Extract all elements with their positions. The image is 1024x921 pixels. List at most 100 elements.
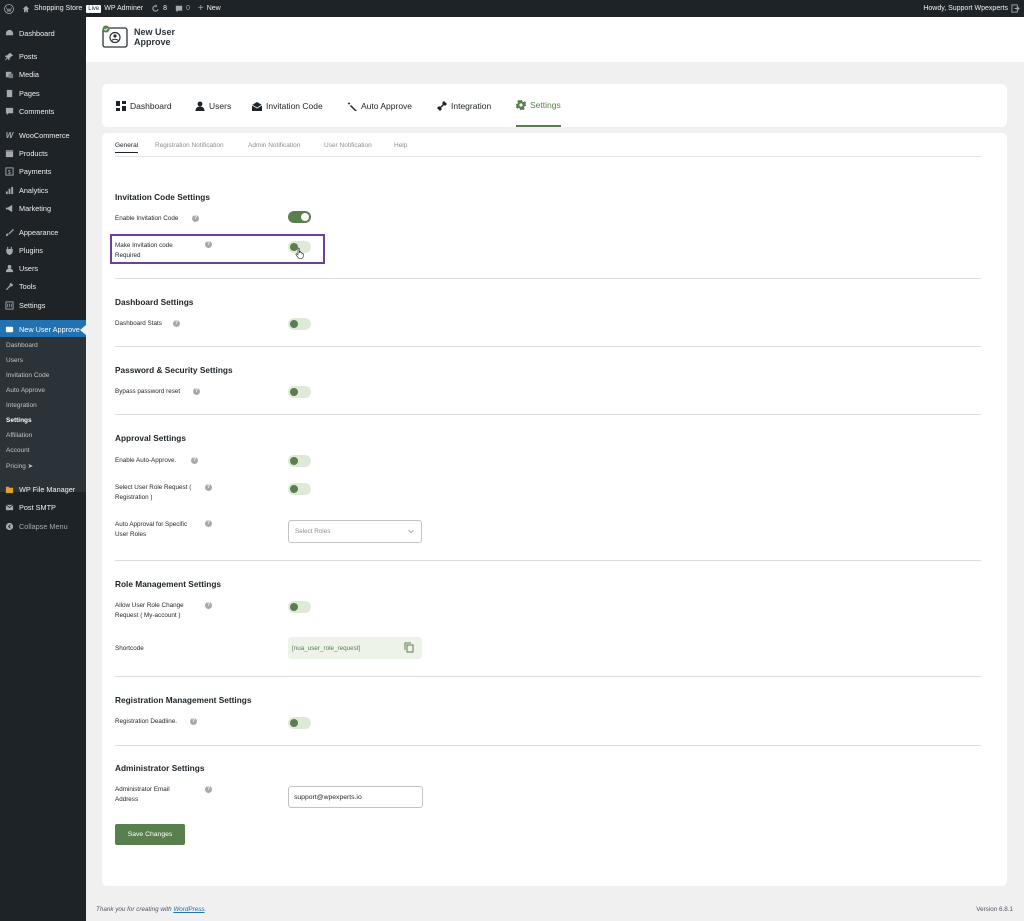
sidebar-item-label: Collapse Menu [19, 521, 68, 531]
folder-icon [5, 485, 14, 494]
footer-suffix: . [204, 906, 207, 913]
admin-sidebar: Dashboard Posts Media Pages Comments W Wo… [0, 17, 86, 921]
sidebar-item-posts[interactable]: Posts [0, 47, 86, 65]
submenu-item-account[interactable]: Account [6, 447, 30, 454]
comments-link[interactable]: 0 [171, 0, 194, 17]
submenu-item-pricing[interactable]: Pricing ➤ [6, 462, 33, 470]
tab-integration[interactable]: Integration [437, 84, 491, 127]
help-icon[interactable]: ? [173, 320, 180, 327]
toggle-knob [301, 213, 309, 221]
updates-link[interactable]: 8 [147, 0, 171, 17]
submenu-item-users[interactable]: Users [6, 357, 23, 364]
tab-label: Integration [451, 100, 492, 111]
submenu-item-settings[interactable]: Settings [6, 417, 32, 424]
label-line: Make Invitation code [115, 242, 173, 249]
sidebar-item-label: Post SMTP [19, 502, 56, 512]
toggle-allow-role-change[interactable] [288, 601, 311, 613]
help-icon[interactable]: ? [190, 718, 197, 725]
submenu-item-invitation-code[interactable]: Invitation Code [6, 372, 49, 379]
label-line: Request ( My-account ) [115, 611, 181, 619]
subtab-admin-notification[interactable]: Admin Notification [248, 142, 300, 149]
dashboard-icon [5, 29, 14, 38]
admin-email-input[interactable]: support@wpexperts.io [288, 786, 423, 808]
tab-dashboard[interactable]: Dashboard [116, 84, 172, 127]
toggle-registration-deadline[interactable] [288, 717, 311, 729]
megaphone-icon [5, 204, 14, 213]
tab-settings[interactable]: Settings [516, 84, 561, 127]
sidebar-item-post-smtp[interactable]: Post SMTP [0, 498, 86, 516]
envelope-open-icon [252, 101, 262, 111]
help-icon[interactable]: ? [191, 457, 198, 464]
help-icon[interactable]: ? [205, 602, 212, 609]
admin-bar: Shopping Store Live WP Adminer 8 0 + New… [0, 0, 1024, 17]
sidebar-item-label: Analytics [19, 185, 49, 195]
sidebar-item-settings[interactable]: Settings [0, 296, 86, 314]
plus-icon: + [197, 3, 204, 14]
help-icon[interactable]: ? [205, 484, 212, 491]
sidebar-item-pages[interactable]: Pages [0, 84, 86, 102]
sidebar-item-media[interactable]: Media [0, 65, 86, 83]
section-title-role-management: Role Management Settings [115, 579, 222, 589]
toggle-bypass-password-reset[interactable] [288, 386, 311, 398]
subtab-help[interactable]: Help [394, 142, 407, 149]
submenu-item-integration[interactable]: Integration [6, 402, 37, 409]
user-account-menu[interactable]: Howdy, Support Wpexperts [923, 0, 1020, 17]
tab-users[interactable]: Users [195, 84, 231, 127]
help-icon[interactable]: ? [205, 520, 212, 527]
sidebar-item-products[interactable]: Products [0, 144, 86, 162]
help-icon[interactable]: ? [205, 241, 212, 248]
submenu-item-affiliation[interactable]: Affiliation [6, 432, 32, 439]
label-enable-auto-approve: Enable Auto-Approve. [115, 457, 177, 464]
grid-icon [116, 100, 126, 111]
sidebar-item-wp-file-manager[interactable]: WP File Manager [0, 480, 86, 498]
site-name-link[interactable]: Shopping Store [18, 0, 86, 17]
toggle-enable-auto-approve[interactable] [288, 455, 311, 467]
sidebar-item-label: Posts [19, 51, 38, 61]
settings-card: General Registration Notification Admin … [102, 133, 1007, 886]
collapse-menu-button[interactable]: Collapse Menu [0, 517, 86, 535]
subtab-registration-notification[interactable]: Registration Notification [155, 142, 224, 149]
subtab-general[interactable]: General [115, 142, 139, 153]
toggle-select-user-role-request[interactable] [288, 483, 311, 495]
wordpress-link[interactable]: WordPress [173, 906, 204, 913]
sidebar-item-label: WooCommerce [19, 130, 70, 140]
sidebar-item-comments[interactable]: Comments [0, 102, 86, 120]
live-badge: Live [86, 4, 102, 13]
sidebar-item-new-user-approve[interactable]: New User Approve [0, 320, 86, 338]
admin-name[interactable]: WP Adminer [104, 5, 143, 12]
help-icon[interactable]: ? [192, 215, 199, 222]
help-icon[interactable]: ? [193, 388, 200, 395]
sidebar-item-payments[interactable]: $ Payments [0, 162, 86, 180]
sidebar-item-users[interactable]: Users [0, 259, 86, 277]
sidebar-item-label: Products [19, 148, 48, 158]
wordpress-logo-icon[interactable] [0, 0, 18, 17]
sidebar-item-analytics[interactable]: Analytics [0, 181, 86, 199]
toggle-dashboard-stats[interactable] [288, 318, 311, 330]
submenu-item-dashboard[interactable]: Dashboard [6, 342, 38, 349]
sidebar-item-dashboard[interactable]: Dashboard [0, 24, 86, 42]
howdy-text: Howdy, Support Wpexperts [923, 5, 1008, 12]
label-auto-approval-specific-roles: Auto Approval for Specific User Roles [115, 520, 187, 539]
new-content-link[interactable]: + New [194, 0, 225, 17]
toggle-enable-invitation-code[interactable] [288, 211, 311, 223]
sidebar-item-plugins[interactable]: Plugins [0, 241, 86, 259]
tab-invitation-code[interactable]: Invitation Code [252, 84, 323, 127]
label-admin-email: Administrator Email Address [115, 785, 170, 804]
save-changes-button[interactable]: Save Changes [115, 824, 185, 845]
label-make-invitation-required: Make Invitation code Required [115, 241, 173, 260]
label-line: Registration ) [115, 493, 153, 501]
toggle-knob [290, 457, 298, 465]
svg-text:$: $ [8, 169, 11, 175]
help-icon[interactable]: ? [205, 786, 212, 793]
sidebar-item-tools[interactable]: Tools [0, 277, 86, 295]
sidebar-item-woocommerce[interactable]: W WooCommerce [0, 126, 86, 144]
sidebar-item-marketing[interactable]: Marketing [0, 199, 86, 217]
sidebar-item-appearance[interactable]: Appearance [0, 223, 86, 241]
shortcode-value: [nua_user_role_request] [292, 644, 361, 652]
tab-auto-approve[interactable]: Auto Approve [347, 84, 412, 127]
copy-icon[interactable] [404, 642, 414, 653]
submenu-item-auto-approve[interactable]: Auto Approve [6, 387, 45, 394]
subtab-user-notification[interactable]: User Notification [324, 142, 372, 149]
select-roles-dropdown[interactable]: Select Roles [288, 520, 422, 543]
tab-label: Invitation Code [266, 100, 323, 111]
